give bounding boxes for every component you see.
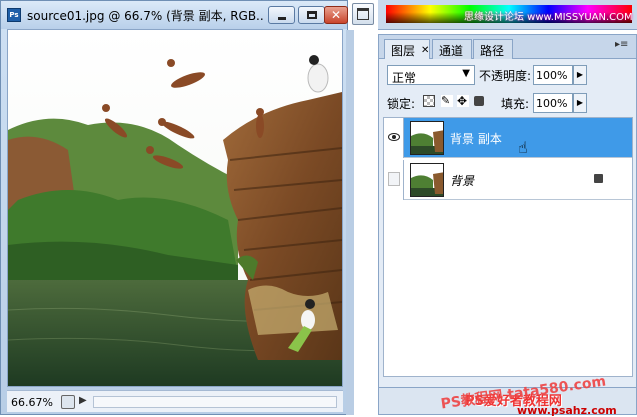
document-title-bar[interactable]: Ps source01.jpg @ 66.7% (背景 副本, RGB... ✕ [1, 1, 348, 29]
lock-image-pixels-icon[interactable]: ✎ [441, 95, 453, 107]
tab-paths[interactable]: 路径 [473, 39, 513, 59]
tab-layers-label: 图层 [391, 44, 416, 58]
layer-row-background-copy[interactable]: 背景 副本 ☝ [384, 118, 632, 158]
cliff-diving-photo [7, 30, 343, 386]
eye-icon [388, 133, 400, 141]
document-window: Ps source01.jpg @ 66.7% (背景 副本, RGB... ✕ [0, 0, 348, 415]
panel-tab-bar: 图层 ✕ 通道 路径 ▸≡ [379, 35, 636, 59]
visibility-toggle[interactable] [384, 118, 404, 158]
fill-slider-arrow-icon[interactable]: ▶ [573, 93, 587, 113]
document-title: source01.jpg @ 66.7% (背景 副本, RGB... [27, 9, 265, 23]
lock-label: 锁定: [387, 97, 416, 111]
opacity-label: 不透明度: [479, 69, 532, 83]
horizontal-scrollbar[interactable] [93, 396, 337, 408]
layers-panel: 图层 ✕ 通道 路径 ▸≡ 正常 ▼ 不透明度: 100% ▶ 锁定: ✎ ✥ … [378, 34, 637, 417]
dock-separator [346, 30, 354, 415]
lock-transparent-pixels-icon[interactable] [423, 95, 435, 107]
watermark-top: 思缘设计论坛 www.MISSYUAN.COM [464, 12, 633, 23]
fill-label: 填充: [501, 97, 530, 111]
maximize-icon [307, 11, 317, 19]
tab-channels[interactable]: 通道 [432, 39, 472, 59]
layer-thumbnail [410, 163, 444, 197]
document-canvas-photo[interactable] [7, 30, 343, 386]
tab-layers[interactable]: 图层 ✕ [384, 39, 430, 59]
visibility-toggle[interactable] [384, 160, 404, 200]
canvas-area[interactable] [7, 29, 343, 387]
panel-dock-button[interactable] [352, 3, 374, 25]
close-icon: ✕ [330, 8, 342, 22]
status-menu-arrow-icon[interactable]: ▶ [79, 395, 87, 406]
layer-row-background[interactable]: 背景 [384, 160, 632, 200]
panel-icon [357, 8, 369, 20]
chevron-down-icon: ▼ [462, 68, 470, 79]
color-panel: 思缘设计论坛 www.MISSYUAN.COM [378, 0, 637, 30]
minimize-button[interactable] [268, 6, 295, 24]
document-info-icon[interactable] [61, 395, 75, 409]
minimize-icon [278, 17, 286, 20]
lock-all-icon[interactable] [474, 96, 484, 106]
tab-paths-label: 路径 [480, 44, 505, 58]
panel-menu-icon[interactable]: ▸≡ [615, 39, 628, 50]
ps-file-icon: Ps [7, 8, 21, 22]
blend-mode-value: 正常 [392, 71, 417, 85]
maximize-button[interactable] [298, 6, 325, 24]
layer-name: 背景 [450, 174, 475, 188]
layer-thumbnail [410, 121, 444, 155]
watermark-bottom-url: www.psahz.com [517, 404, 617, 417]
opacity-slider-arrow-icon[interactable]: ▶ [573, 65, 587, 85]
opacity-input[interactable]: 100% [533, 65, 573, 85]
lock-icon [594, 174, 603, 183]
lock-position-icon[interactable]: ✥ [457, 95, 469, 107]
close-button[interactable]: ✕ [324, 6, 348, 24]
hand-pointer-icon: ☝ [518, 138, 528, 157]
tab-channels-label: 通道 [439, 44, 464, 58]
visibility-off-box [388, 172, 400, 186]
zoom-level[interactable]: 66.67% [11, 396, 53, 409]
fill-input[interactable]: 100% [533, 93, 573, 113]
status-bar: 66.67% ▶ [7, 390, 343, 412]
layer-name: 背景 副本 [450, 132, 502, 146]
blend-mode-select[interactable]: 正常 ▼ [387, 65, 475, 85]
tab-close-icon[interactable]: ✕ [421, 45, 429, 56]
layer-list: 背景 副本 ☝ 背景 [383, 117, 633, 377]
